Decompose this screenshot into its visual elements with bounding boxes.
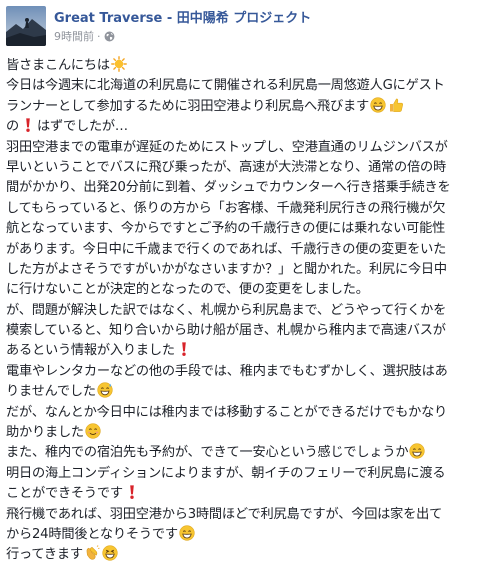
post-text-line: の はずでしたが… xyxy=(6,117,481,137)
post-text-line: ことができそうです xyxy=(6,484,481,504)
post-text-line: 皆さまこんにちは xyxy=(6,56,481,76)
post-text-line: 航となっています、今からですとご予約の千歳行きの便には乗れない可能性 xyxy=(6,219,481,239)
post-text-line: 羽田空港までの電車が遅延のためにストップし、空港直通のリムジンバスが xyxy=(6,138,481,158)
post-text-line: 早いということでバスに飛び乗ったが、高速が大渋滞となり、通常の倍の時 xyxy=(6,158,481,178)
post-text: 飛行機であれば、羽田空港から3時間ほどで利尻島ですが、今回は家を出て xyxy=(6,507,442,522)
thumbs-up-icon xyxy=(387,99,405,114)
post-text: 羽田空港までの電車が遅延のためにストップし、空港直通のリムジンバスが xyxy=(6,140,448,155)
post-text-line: 電車やレンタカーなどの他の手段では、稚内までもむずかしく、選択肢はあ xyxy=(6,362,481,382)
post-text: 明日の海上コンディションによりますが、朝イチのフェリーで利尻島に渡る xyxy=(6,466,445,481)
page-name-link[interactable]: Great Traverse - 田中陽希 プロジェクト xyxy=(54,10,311,27)
post-text: ことができそうです xyxy=(6,486,123,501)
grin-icon xyxy=(178,527,196,542)
post-text-line: また、稚内での宿泊先も予約が、できて一安心という感じでしょうか xyxy=(6,443,481,463)
post-text-line: があります。今日中に千歳まで行くのであれば、千歳行きの便の変更をいた xyxy=(6,240,481,260)
smile-icon xyxy=(84,425,102,440)
post-body: 皆さまこんにちは今日は今週末に北海道の利尻島にて開催される利尻島一周悠遊人Gにゲ… xyxy=(6,56,481,566)
meta-separator: · xyxy=(97,29,101,44)
page-avatar[interactable] xyxy=(6,6,46,46)
post-text: があります。今日中に千歳まで行くのであれば、千歳行きの便の変更をいた xyxy=(6,242,446,257)
post-header: Great Traverse - 田中陽希 プロジェクト 9時間前 · xyxy=(6,6,481,48)
post-text: 今日は今週末に北海道の利尻島にて開催される利尻島一周悠遊人Gにゲスト xyxy=(6,78,445,93)
post-text-line: に行けないことが決定的となったので、便の変更をしました。 xyxy=(6,280,481,300)
post-text: 電車やレンタカーなどの他の手段では、稚内までもむずかしく、選択肢はあ xyxy=(6,364,448,379)
post-text-line: ランナーとして参加するために羽田空港より利尻島へ飛びます xyxy=(6,97,481,117)
post-text-line: から24時間後となりそうです xyxy=(6,525,481,545)
globe-icon[interactable] xyxy=(104,31,115,42)
post-text: に行けないことが決定的となったので、便の変更をしました。 xyxy=(6,282,369,297)
clap-icon xyxy=(83,547,101,562)
post-text: 航となっています、今からですとご予約の千歳行きの便には乗れない可能性 xyxy=(6,221,445,236)
sweat-smile-icon xyxy=(96,384,114,399)
grin-icon xyxy=(408,445,426,460)
post-text-line: あるという情報が入りました xyxy=(6,341,481,361)
post-text-line: 行ってきます xyxy=(6,545,481,565)
grin-icon xyxy=(369,99,387,114)
post-text-line: が、問題が解決した訳ではなく、札幌から利尻島まで、どうやって行くかを xyxy=(6,301,481,321)
post-text: ランナーとして参加するために羽田空港より利尻島へ飛びます xyxy=(6,99,369,114)
post-text: だが、なんとか今日中には稚内までは移動することができるだけでもかなり xyxy=(6,405,447,420)
post-text-line: 明日の海上コンディションによりますが、朝イチのフェリーで利尻島に渡る xyxy=(6,464,481,484)
post-text: りませんでした xyxy=(6,384,96,399)
post-text-line: してもらっていると、係りの方から「お客様、千歳発利尻行きの飛行機が欠 xyxy=(6,199,481,219)
post-text: また、稚内での宿泊先も予約が、できて一安心という感じでしょうか xyxy=(6,445,408,460)
laugh-icon xyxy=(101,547,119,562)
sun-icon xyxy=(110,58,128,73)
post-text-line: 助かりました xyxy=(6,423,481,443)
post-text: してもらっていると、係りの方から「お客様、千歳発利尻行きの飛行機が欠 xyxy=(6,201,445,216)
post-text: した方がよさそうですがいかがなさいますか？」と聞かれた。利尻に今日中 xyxy=(6,262,447,277)
post-text-line: 今日は今週末に北海道の利尻島にて開催される利尻島一周悠遊人Gにゲスト xyxy=(6,76,481,96)
exclamation-icon xyxy=(19,119,37,134)
post-text: はずでしたが… xyxy=(37,119,128,134)
exclamation-icon xyxy=(123,486,141,501)
exclamation-icon xyxy=(175,343,193,358)
post-text: 行ってきます xyxy=(6,547,83,562)
post-timestamp[interactable]: 9時間前 xyxy=(54,29,94,44)
post-text-line: りませんでした xyxy=(6,382,481,402)
post-text: 模索していると、知り合いから助け船が届き、札幌から稚内まで高速バスが xyxy=(6,323,446,338)
post-text: 皆さまこんにちは xyxy=(6,58,110,73)
post-text: あるという情報が入りました xyxy=(6,343,175,358)
post-text-line: した方がよさそうですがいかがなさいますか？」と聞かれた。利尻に今日中 xyxy=(6,260,481,280)
post-text: 早いということでバスに飛び乗ったが、高速が大渋滞となり、通常の倍の時 xyxy=(6,160,446,175)
facebook-post: Great Traverse - 田中陽希 プロジェクト 9時間前 · 皆さまこ… xyxy=(0,0,487,542)
post-text-line: 飛行機であれば、羽田空港から3時間ほどで利尻島ですが、今回は家を出て xyxy=(6,505,481,525)
post-meta: 9時間前 · xyxy=(54,29,311,44)
post-text-line: 間がかかり、出発20分前に到着、ダッシュでカウンターへ行き搭乗手続きを xyxy=(6,178,481,198)
post-text: 助かりました xyxy=(6,425,84,440)
post-text-line: だが、なんとか今日中には稚内までは移動することができるだけでもかなり xyxy=(6,403,481,423)
post-text-line: 模索していると、知り合いから助け船が届き、札幌から稚内まで高速バスが xyxy=(6,321,481,341)
post-text: 間がかかり、出発20分前に到着、ダッシュでカウンターへ行き搭乗手続きを xyxy=(6,180,450,195)
post-text: から24時間後となりそうです xyxy=(6,527,178,542)
post-text: が、問題が解決した訳ではなく、札幌から利尻島まで、どうやって行くかを xyxy=(6,303,446,318)
post-text: の xyxy=(6,119,19,134)
